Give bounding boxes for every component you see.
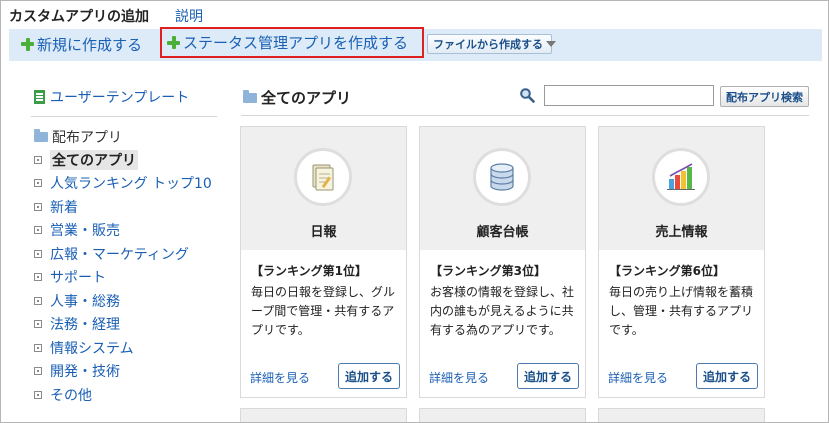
category-item-sales[interactable]: 営業・販売 xyxy=(34,219,224,243)
bullet-icon xyxy=(34,202,42,211)
category-item-all[interactable]: 全てのアプリ xyxy=(34,148,224,172)
category-label: 広報・マーケティング xyxy=(50,246,189,263)
bullet-icon xyxy=(34,273,42,282)
category-label: その他 xyxy=(50,387,92,404)
category-item-it[interactable]: 情報システム xyxy=(34,336,224,360)
title-row: カスタムアプリの追加 説明 xyxy=(9,6,203,26)
category-item-legal[interactable]: 法務・経理 xyxy=(34,313,224,337)
template-icon xyxy=(34,90,45,104)
card-description: 毎日の日報を登録し、グループ間で管理・共有するアプリです。 xyxy=(251,285,396,337)
from-file-label: ファイルから作成する xyxy=(433,38,543,51)
toolbar: 新規に作成する ステータス管理アプリを作成する ファイルから作成する xyxy=(9,27,822,61)
distributed-apps-label: 配布アプリ xyxy=(52,130,122,146)
card-description: 毎日の売り上げ情報を蓄積し、管理・共有するアプリです。 xyxy=(609,285,754,337)
card-name: 売上情報 xyxy=(655,225,708,240)
bullet-icon xyxy=(34,296,42,305)
card-name: 顧客台帳 xyxy=(476,225,529,240)
card-name: 日報 xyxy=(310,225,337,240)
bullet-icon xyxy=(34,155,42,164)
bullet-icon xyxy=(34,320,42,329)
help-link[interactable]: 説明 xyxy=(175,6,203,26)
page-title: カスタムアプリの追加 xyxy=(9,9,149,25)
category-item-support[interactable]: サポート xyxy=(34,266,224,290)
custom-app-add-page: カスタムアプリの追加 説明 新規に作成する ステータス管理アプリを作成する ファ… xyxy=(0,0,829,423)
bullet-icon xyxy=(34,179,42,188)
category-item-marketing[interactable]: 広報・マーケティング xyxy=(34,242,224,266)
distributed-app-search-button[interactable]: 配布アプリ検索 xyxy=(720,86,809,107)
search-input[interactable] xyxy=(544,85,714,106)
user-template-link[interactable]: ユーザーテンプレート xyxy=(34,87,189,107)
status-app-label: ステータス管理アプリを作成する xyxy=(183,34,409,52)
category-label: 人気ランキング トップ10 xyxy=(50,176,212,193)
card-rank: 【ランキング第3位】 xyxy=(430,264,546,278)
category-label: 法務・経理 xyxy=(50,317,120,334)
main-title: 全てのアプリ xyxy=(243,87,351,108)
card-detail-link[interactable]: 詳細を見る xyxy=(608,369,668,386)
user-template-label: ユーザーテンプレート xyxy=(50,90,190,106)
card-add-button[interactable]: 追加する xyxy=(338,363,400,389)
bullet-icon xyxy=(34,367,42,376)
card-add-button[interactable]: 追加する xyxy=(517,363,579,389)
plus-icon xyxy=(21,37,34,51)
new-app-label: 新規に作成する xyxy=(37,35,143,54)
category-item-new[interactable]: 新着 xyxy=(34,195,224,219)
category-item-other[interactable]: その他 xyxy=(34,383,224,407)
bullet-icon xyxy=(34,226,42,235)
from-file-dropdown[interactable]: ファイルから作成する xyxy=(427,34,556,54)
card-detail-link[interactable]: 詳細を見る xyxy=(250,369,310,386)
bar-chart-icon xyxy=(652,148,710,206)
category-label: 情報システム xyxy=(50,340,134,357)
notepad-icon xyxy=(294,148,352,206)
caret-down-icon xyxy=(546,41,556,47)
status-app-button[interactable]: ステータス管理アプリを作成する xyxy=(160,27,424,58)
card-add-button[interactable]: 追加する xyxy=(696,363,758,389)
card-detail-link[interactable]: 詳細を見る xyxy=(429,369,489,386)
search-icon xyxy=(520,88,535,103)
category-item-hr[interactable]: 人事・総務 xyxy=(34,289,224,313)
card-rank: 【ランキング第6位】 xyxy=(609,264,725,278)
folder-icon xyxy=(243,89,257,103)
app-card-sales-info: 売上情報 【ランキング第6位】 毎日の売り上げ情報を蓄積し、管理・共有するアプリ… xyxy=(598,126,765,398)
card-header: 日報 xyxy=(241,127,406,250)
category-item-ranking[interactable]: 人気ランキング トップ10 xyxy=(34,172,224,196)
plus-icon xyxy=(167,36,180,49)
card-description: お客様の情報を登録し、社内の誰もが見えるように共有する為のアプリです。 xyxy=(430,285,575,337)
main-divider xyxy=(241,115,809,116)
new-app-button[interactable]: 新規に作成する xyxy=(21,29,142,59)
card-rank: 【ランキング第1位】 xyxy=(251,264,367,278)
category-label: 全てのアプリ xyxy=(50,149,138,170)
category-label: 営業・販売 xyxy=(50,223,120,240)
category-label: サポート xyxy=(50,270,106,287)
category-label: 人事・総務 xyxy=(50,293,120,310)
category-label: 開発・技術 xyxy=(50,364,120,381)
card-header: 顧客台帳 xyxy=(420,127,585,250)
folder-icon xyxy=(34,129,48,142)
app-card-customer-ledger: 顧客台帳 【ランキング第3位】 お客様の情報を登録し、社内の誰もが見えるように共… xyxy=(419,126,586,398)
distributed-apps-folder: 配布アプリ xyxy=(34,127,122,147)
category-list: 全てのアプリ 人気ランキング トップ10 新着 営業・販売 広報・マーケティング… xyxy=(34,148,224,407)
bullet-icon xyxy=(34,390,42,399)
app-card-peek xyxy=(419,408,586,422)
bullet-icon xyxy=(34,343,42,352)
category-item-dev[interactable]: 開発・技術 xyxy=(34,360,224,384)
bullet-icon xyxy=(34,249,42,258)
app-card-peek xyxy=(598,408,765,422)
category-label: 新着 xyxy=(50,199,78,216)
app-card-peek xyxy=(240,408,407,422)
app-card-nippo: 日報 【ランキング第1位】 毎日の日報を登録し、グループ間で管理・共有するアプリ… xyxy=(240,126,407,398)
main-title-label: 全てのアプリ xyxy=(261,89,352,107)
card-header: 売上情報 xyxy=(599,127,764,250)
database-icon xyxy=(473,148,531,206)
sidebar-divider xyxy=(31,116,217,117)
